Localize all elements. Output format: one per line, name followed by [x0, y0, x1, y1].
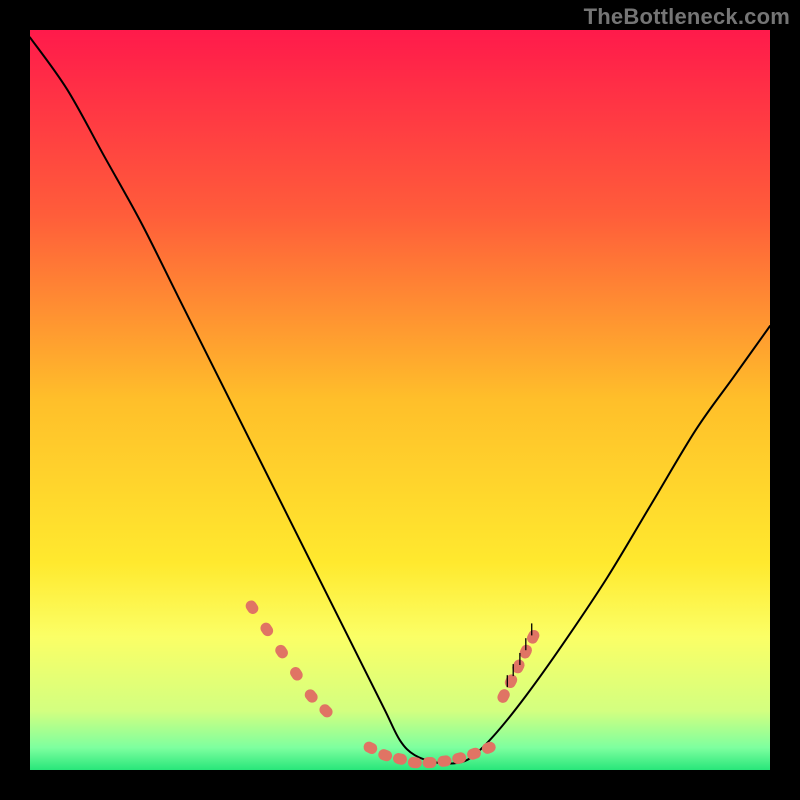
chart-frame: TheBottleneck.com: [0, 0, 800, 800]
chart-svg: [30, 30, 770, 770]
chart-background: [30, 30, 770, 770]
plot-area: [30, 30, 770, 770]
highlight-marker: [422, 757, 437, 769]
watermark-text: TheBottleneck.com: [584, 4, 790, 30]
